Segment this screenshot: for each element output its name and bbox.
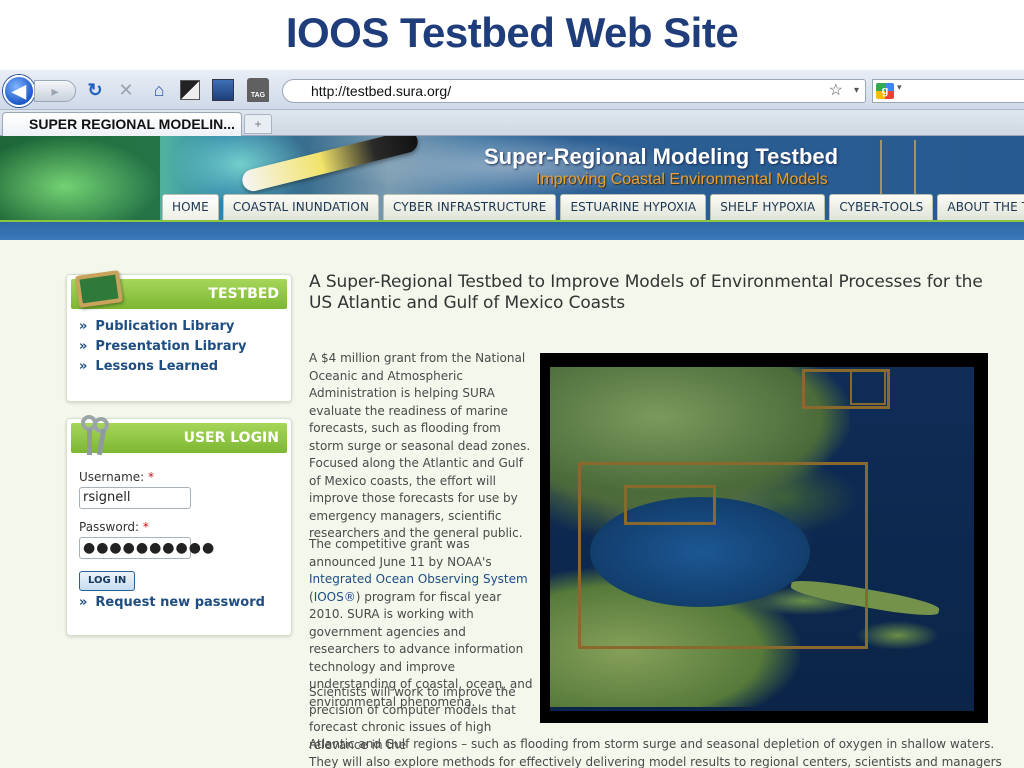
link-presentation-library[interactable]: Presentation Library xyxy=(79,337,281,357)
username-input[interactable]: rsignell xyxy=(79,487,191,509)
region-box-coastal xyxy=(624,485,716,525)
region-box-gulf xyxy=(578,462,868,649)
bookmark-icon[interactable] xyxy=(180,80,200,100)
header-strip xyxy=(0,220,1024,240)
tab-active[interactable]: SUPER REGIONAL MODELIN... xyxy=(2,112,242,136)
paragraph-continued: Atlantic and Gulf regions – such as floo… xyxy=(309,737,1002,768)
username-label: Username: * xyxy=(79,470,155,484)
menu-cyber-infrastructure[interactable]: CYBER INFRASTRUCTURE xyxy=(383,194,557,220)
search-engine-dropdown-icon[interactable]: ▾ xyxy=(897,82,902,93)
testbed-links: Publication Library Presentation Library… xyxy=(67,309,291,389)
menu-home[interactable]: HOME xyxy=(162,194,219,220)
request-new-password-link[interactable]: Request new password xyxy=(79,593,279,613)
keys-icon xyxy=(81,415,111,459)
link-lessons-learned[interactable]: Lessons Learned xyxy=(79,357,281,377)
tower-image xyxy=(880,140,916,200)
star-icon[interactable]: ☆ xyxy=(829,80,843,102)
forward-button[interactable]: ▸ xyxy=(34,80,76,102)
satellite-map xyxy=(540,353,988,723)
user-login-title: USER LOGIN xyxy=(183,430,279,446)
back-button[interactable]: ◀ xyxy=(3,75,35,107)
site-subtitle: Improving Coastal Environmental Models xyxy=(536,171,828,188)
chevron-down-icon[interactable]: ▾ xyxy=(854,80,859,102)
testbed-block-header: TESTBED xyxy=(71,270,287,309)
url-text: http://testbed.sura.org/ xyxy=(311,83,452,99)
new-tab-button[interactable]: + xyxy=(244,114,272,134)
link-ioos[interactable]: Integrated Ocean Observing System xyxy=(309,572,528,586)
back-arrow-icon: ◀ xyxy=(12,80,26,101)
menu-about-the-testbed[interactable]: ABOUT THE TESTBED xyxy=(937,194,1024,220)
chalkboard-icon xyxy=(74,270,124,308)
search-box[interactable]: g ▾ xyxy=(872,79,1024,103)
menu-coastal-inundation[interactable]: COASTAL INUNDATION xyxy=(222,194,380,220)
site-banner: Super-Regional Modeling Testbed Improvin… xyxy=(0,136,1024,220)
required-mark: * xyxy=(142,520,149,534)
user-login-block: USER LOGIN Username: * rsignell Password… xyxy=(66,415,292,636)
menu-estuarine-hypoxia[interactable]: ESTUARINE HYPOXIA xyxy=(560,194,707,220)
menu-cyber-tools[interactable]: CYBER-TOOLS xyxy=(829,194,934,220)
tab-strip: SUPER REGIONAL MODELIN... + xyxy=(0,110,1024,136)
link-ioos-short[interactable]: IOOS® xyxy=(314,590,356,604)
login-form: Username: * rsignell Password: * ●●●●●●●… xyxy=(67,453,291,625)
password-input[interactable]: ●●●●●●●●●● xyxy=(79,537,214,559)
browser-window: ◀ ▸ ↻ ✕ ⌂ TAG http://testbed.sura.org/ ☆… xyxy=(0,70,1024,768)
link-publication-library[interactable]: Publication Library xyxy=(79,317,281,337)
site-title: Super-Regional Modeling Testbed xyxy=(484,144,839,169)
required-mark: * xyxy=(148,470,155,484)
google-icon[interactable]: g xyxy=(876,83,894,99)
main-menu: HOME COASTAL INUNDATION CYBER INFRASTRUC… xyxy=(162,194,1024,220)
user-login-header: USER LOGIN xyxy=(71,415,287,456)
bookmark-app-icon[interactable] xyxy=(212,79,234,101)
menu-shelf-hypoxia[interactable]: SHELF HYPOXIA xyxy=(710,194,826,220)
login-button[interactable]: LOG IN xyxy=(79,571,136,591)
slide-title: IOOS Testbed Web Site xyxy=(285,9,739,56)
content-title: A Super-Regional Testbed to Improve Mode… xyxy=(309,272,983,313)
reload-icon[interactable]: ↻ xyxy=(84,79,106,101)
stop-icon[interactable]: ✕ xyxy=(115,79,137,101)
testbed-block-title: TESTBED xyxy=(208,286,279,302)
navigation-toolbar: ◀ ▸ ↻ ✕ ⌂ TAG http://testbed.sura.org/ ☆… xyxy=(0,70,1024,110)
home-icon[interactable]: ⌂ xyxy=(148,79,170,101)
forward-arrow-icon: ▸ xyxy=(51,82,59,99)
testbed-block: TESTBED Publication Library Presentation… xyxy=(66,270,292,402)
paragraph-grant: A $4 million grant from the National Oce… xyxy=(309,351,531,540)
password-label: Password: * xyxy=(79,520,149,534)
region-box-bay xyxy=(850,369,886,405)
tag-icon[interactable]: TAG xyxy=(247,78,269,102)
address-bar[interactable]: http://testbed.sura.org/ ☆ ▾ xyxy=(282,79,866,103)
